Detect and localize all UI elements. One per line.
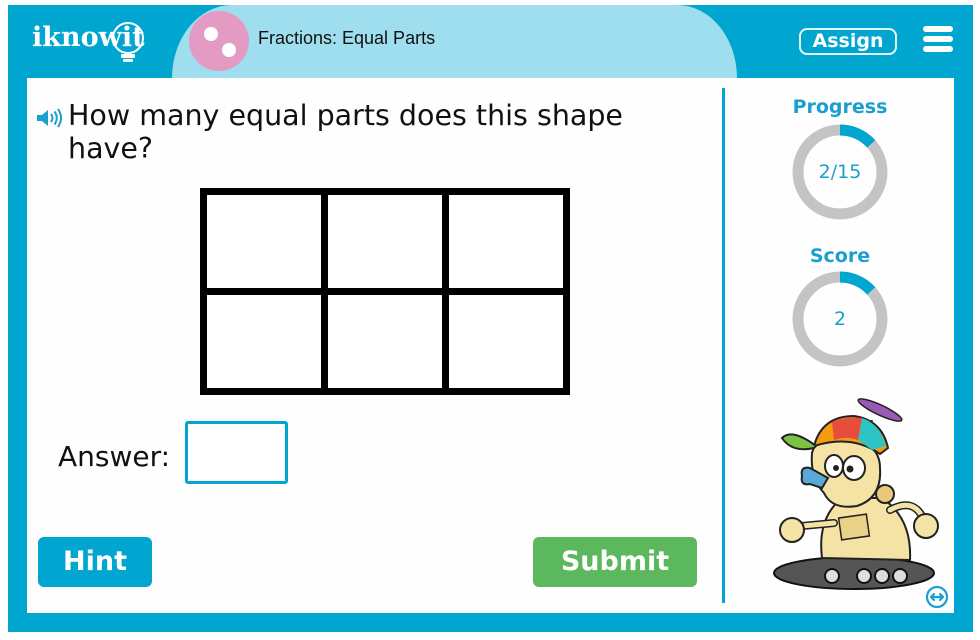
progress-ring-fill xyxy=(839,124,876,148)
score-value: 2 xyxy=(833,308,847,330)
shape-part xyxy=(321,188,449,295)
shape-part xyxy=(442,188,570,295)
score-label: Score xyxy=(809,245,871,267)
assign-button[interactable]: Assign xyxy=(799,28,897,55)
speaker-icon[interactable] xyxy=(36,108,64,128)
progress-value: 2/15 xyxy=(818,161,862,183)
hint-button[interactable]: Hint xyxy=(38,537,152,587)
progress-label: Progress xyxy=(792,96,888,118)
fractions-topic-icon xyxy=(189,11,249,71)
score-ring-fill xyxy=(839,271,876,295)
swap-layout-icon[interactable] xyxy=(925,585,949,609)
shape-part xyxy=(442,288,570,395)
question-text: How many equal parts does this shape hav… xyxy=(68,99,623,165)
lesson-title: Fractions: Equal Parts xyxy=(258,28,436,48)
answer-input[interactable] xyxy=(185,421,288,484)
shape-part xyxy=(321,288,449,395)
shape-part xyxy=(200,188,328,295)
lesson-title-bar xyxy=(172,5,737,78)
shape-part xyxy=(200,288,328,395)
submit-button[interactable]: Submit xyxy=(533,537,697,587)
answer-label: Answer: xyxy=(58,440,171,473)
iknowit-logo[interactable]: iknowit xyxy=(30,12,150,66)
robot-mascot xyxy=(773,398,939,590)
equal-parts-shape xyxy=(200,188,570,395)
panel-divider xyxy=(722,88,725,603)
hamburger-menu-icon[interactable] xyxy=(923,26,953,52)
logo-text: iknowit xyxy=(32,22,145,53)
